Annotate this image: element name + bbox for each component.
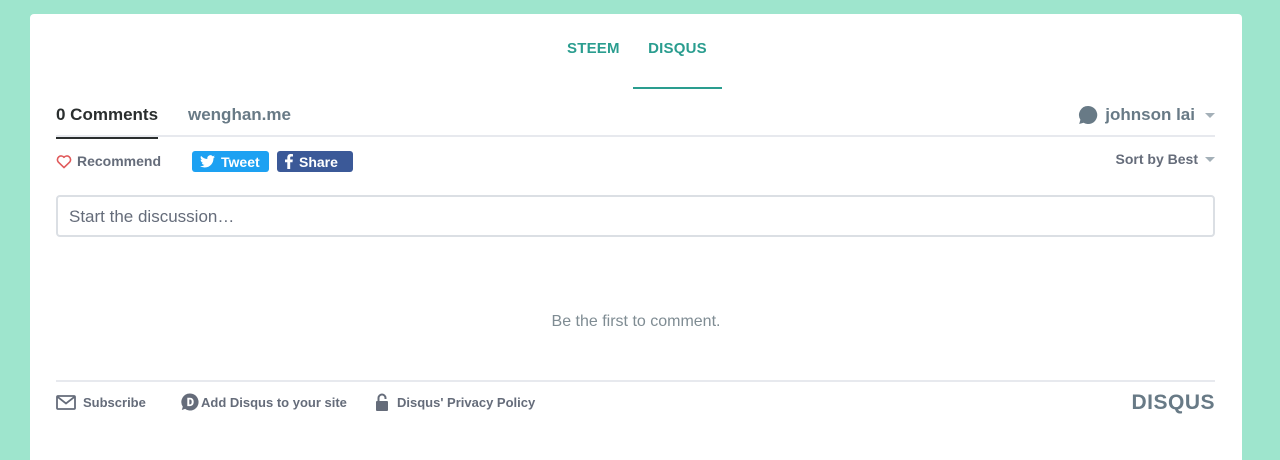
community-tab[interactable]: wenghan.me xyxy=(188,105,291,125)
sort-label: Sort by Best xyxy=(1115,151,1198,167)
community-label: wenghan.me xyxy=(188,105,291,124)
user-menu[interactable]: johnson lai xyxy=(1078,103,1215,127)
recommend-button[interactable]: Recommend xyxy=(56,151,161,171)
subscribe-link[interactable]: Subscribe xyxy=(56,392,146,412)
comments-count-label: 0 Comments xyxy=(56,105,159,124)
tweet-button[interactable]: Tweet xyxy=(192,151,269,172)
tab-disqus[interactable]: DISQUS xyxy=(633,40,722,89)
chevron-down-icon xyxy=(1205,112,1215,118)
lock-icon xyxy=(376,393,388,411)
facebook-share-button[interactable]: Share xyxy=(277,151,353,172)
user-avatar-icon xyxy=(1079,105,1098,124)
envelope-icon xyxy=(56,394,76,410)
share-label: Share xyxy=(299,153,338,170)
chevron-down-icon xyxy=(1205,156,1215,162)
comment-system-tabs: STEEM DISQUS xyxy=(30,14,1242,89)
active-tab-indicator xyxy=(633,87,722,89)
comment-input[interactable]: Start the discussion… xyxy=(56,195,1215,237)
heart-icon xyxy=(56,154,72,168)
sort-dropdown[interactable]: Sort by Best xyxy=(1116,151,1215,167)
discussion-nav: 0 Comments wenghan.me johnson lai xyxy=(56,102,1215,139)
tab-steem[interactable]: STEEM xyxy=(567,40,620,57)
recommend-label: Recommend xyxy=(77,153,162,169)
privacy-policy-link[interactable]: Disqus' Privacy Policy xyxy=(375,392,535,412)
tweet-label: Tweet xyxy=(221,153,260,170)
tab-steem-label: STEEM xyxy=(567,40,620,57)
thread-actions: Recommend Tweet Share Sort by Best xyxy=(56,151,1215,175)
add-disqus-link[interactable]: Add Disqus to your site xyxy=(181,392,347,412)
privacy-label: Disqus' Privacy Policy xyxy=(397,394,536,410)
facebook-icon xyxy=(285,154,293,169)
comments-panel: STEEM DISQUS 0 Comments wenghan.me johns… xyxy=(30,14,1242,460)
disqus-d-icon xyxy=(181,393,199,411)
subscribe-label: Subscribe xyxy=(83,394,146,410)
comments-tab-indicator xyxy=(56,137,159,139)
disqus-logo[interactable]: DISQUS xyxy=(1131,391,1215,415)
disqus-footer: Subscribe Add Disqus to your site Disqus… xyxy=(56,380,1215,420)
twitter-icon xyxy=(200,155,215,168)
add-disqus-label: Add Disqus to your site xyxy=(201,394,347,410)
comments-count-tab[interactable]: 0 Comments xyxy=(56,105,159,139)
empty-state-message: Be the first to comment. xyxy=(551,313,721,330)
tab-disqus-label: DISQUS xyxy=(648,40,707,57)
comment-input-placeholder: Start the discussion… xyxy=(69,207,235,226)
user-name: johnson lai xyxy=(1105,105,1195,124)
